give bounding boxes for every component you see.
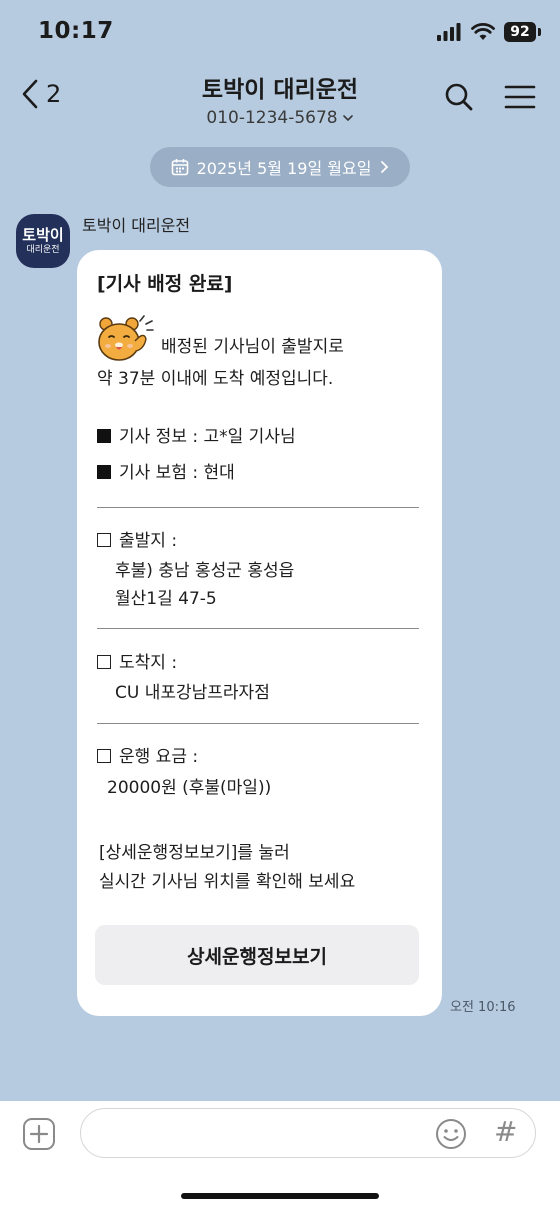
status-bar: 10:17 92 [0, 0, 560, 64]
date-pill[interactable]: 2025년 5월 19일 월요일 [150, 147, 410, 187]
guide-line-2: 실시간 기사님 위치를 확인해 보세요 [99, 872, 356, 892]
phone-number: 010-1234-5678 [206, 108, 338, 128]
fare-value: 20000원 (후불(마일)) [107, 778, 272, 798]
signal-icon [437, 23, 461, 41]
fare-row: 운행 요금 : [97, 746, 198, 768]
chevron-down-icon [342, 115, 353, 122]
detail-info-button[interactable]: 상세운행정보보기 [95, 925, 419, 985]
home-indicator [181, 1193, 379, 1199]
destination-label: 도착지 : [119, 653, 178, 673]
chat-subtitle[interactable]: 010-1234-5678 [206, 108, 353, 128]
avatar[interactable]: 토박이 대리운전 [16, 214, 70, 268]
driver-insurance: 기사 보험 : 현대 [119, 463, 235, 483]
chat-title: 토박이 대리운전 [201, 77, 359, 103]
avatar-text-main: 토박이 [22, 225, 64, 244]
origin-label: 출발지 : [119, 531, 178, 551]
battery-icon: 92 [504, 22, 541, 42]
divider [97, 507, 419, 508]
guide-line-1: [상세운행정보보기]를 눌러 [99, 843, 290, 863]
filled-square-icon [97, 429, 111, 443]
message-time: 오전 10:16 [450, 1000, 516, 1015]
divider [97, 628, 419, 629]
emoji-icon[interactable] [435, 1118, 467, 1150]
message-bubble: [기사 배정 완료] 배정된 기사님이 출발지로 약 37분 이내에 도착 예정… [77, 250, 442, 1016]
input-bar: # [0, 1101, 560, 1211]
calendar-icon [171, 159, 188, 176]
intro-line-2: 약 37분 이내에 도착 예정입니다. [97, 369, 334, 389]
chat-title-area[interactable]: 토박이 대리운전 010-1234-5678 [0, 70, 560, 128]
divider [97, 723, 419, 724]
menu-icon[interactable] [504, 84, 536, 110]
status-time: 10:17 [38, 18, 114, 44]
fare-label: 운행 요금 : [119, 747, 199, 767]
sender-name: 토박이 대리운전 [82, 216, 191, 235]
plus-icon[interactable] [22, 1117, 56, 1151]
chat-header: 2 토박이 대리운전 010-1234-5678 [0, 64, 560, 134]
destination-value: CU 내포강남프라자점 [115, 683, 270, 703]
filled-square-icon [97, 465, 111, 479]
origin-address-2: 월산1길 47-5 [115, 589, 217, 609]
search-icon[interactable] [444, 82, 474, 112]
message-input[interactable] [80, 1108, 536, 1158]
empty-square-icon [97, 533, 111, 547]
empty-square-icon [97, 655, 111, 669]
status-icons: 92 [436, 22, 541, 42]
message-heading: [기사 배정 완료] [97, 273, 233, 295]
wifi-icon [471, 23, 495, 40]
date-label: 2025년 5월 19일 월요일 [196, 159, 372, 178]
chevron-right-icon [381, 161, 389, 173]
hash-icon[interactable]: # [494, 1115, 517, 1148]
driver-info: 기사 정보 : 고*일 기사님 [119, 427, 296, 447]
driver-info-row: 기사 정보 : 고*일 기사님 [97, 426, 296, 448]
origin-address-1: 후불) 충남 홍성군 홍성읍 [115, 561, 295, 581]
battery-level: 92 [510, 24, 530, 40]
intro-line-1: 배정된 기사님이 출발지로 [161, 337, 344, 357]
destination-row: 도착지 : [97, 652, 177, 674]
character-icon [98, 315, 154, 361]
empty-square-icon [97, 749, 111, 763]
driver-insurance-row: 기사 보험 : 현대 [97, 462, 235, 484]
origin-row: 출발지 : [97, 530, 177, 552]
avatar-text-sub: 대리운전 [26, 244, 60, 255]
